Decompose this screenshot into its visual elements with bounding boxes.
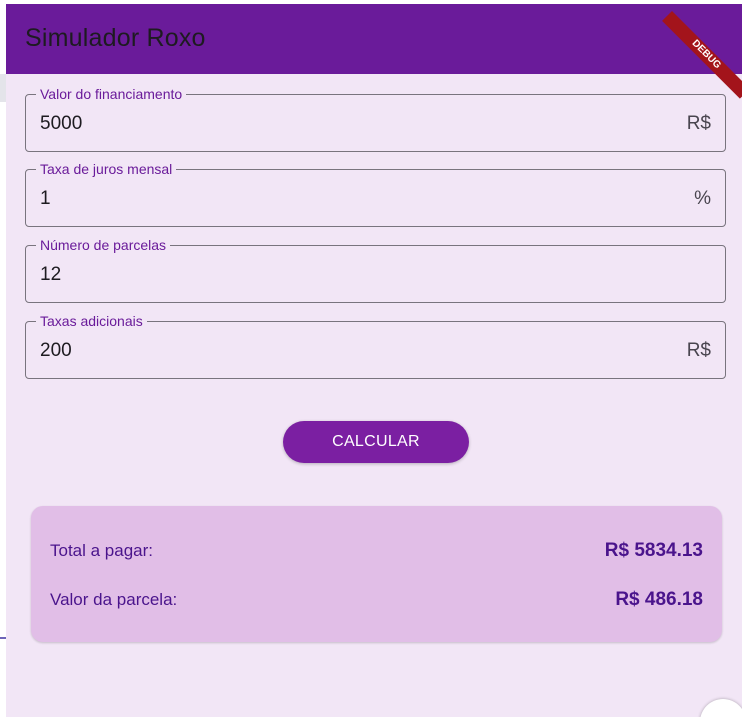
- additional-fees-label: Taxas adicionais: [36, 312, 147, 330]
- loan-amount-currency-suffix: R$: [686, 113, 711, 134]
- interest-rate-field[interactable]: Taxa de juros mensal 1 %: [25, 160, 726, 227]
- total-value: R$ 5834.13: [604, 540, 703, 561]
- app-title: Simulador Roxo: [25, 24, 206, 52]
- app-window: Simulador Roxo DEBUG Valor do financiame…: [6, 4, 742, 717]
- interest-rate-percent-suffix: %: [694, 188, 711, 209]
- interest-rate-input[interactable]: 1: [40, 188, 51, 210]
- loan-amount-field[interactable]: Valor do financiamento 5000 R$: [25, 85, 726, 152]
- additional-fees-currency-suffix: R$: [686, 340, 711, 361]
- calculate-button[interactable]: CALCULAR: [283, 421, 469, 463]
- installment-label: Valor da parcela:: [50, 590, 178, 609]
- floating-corner-icon[interactable]: [700, 699, 742, 717]
- loan-amount-label: Valor do financiamento: [36, 85, 187, 103]
- total-label: Total a pagar:: [50, 541, 154, 560]
- additional-fees-input[interactable]: 200: [40, 340, 72, 362]
- additional-fees-field[interactable]: Taxas adicionais 200 R$: [25, 312, 726, 379]
- loan-amount-input[interactable]: 5000: [40, 113, 82, 135]
- app-bar: Simulador Roxo: [6, 4, 742, 74]
- result-card: Total a pagar: R$ 5834.13 Valor da parce…: [31, 506, 722, 642]
- installments-field[interactable]: Número de parcelas 12: [25, 236, 726, 303]
- installment-value: R$ 486.18: [615, 589, 703, 610]
- installments-input[interactable]: 12: [40, 264, 61, 286]
- installments-label: Número de parcelas: [36, 236, 171, 254]
- interest-rate-label: Taxa de juros mensal: [36, 160, 177, 178]
